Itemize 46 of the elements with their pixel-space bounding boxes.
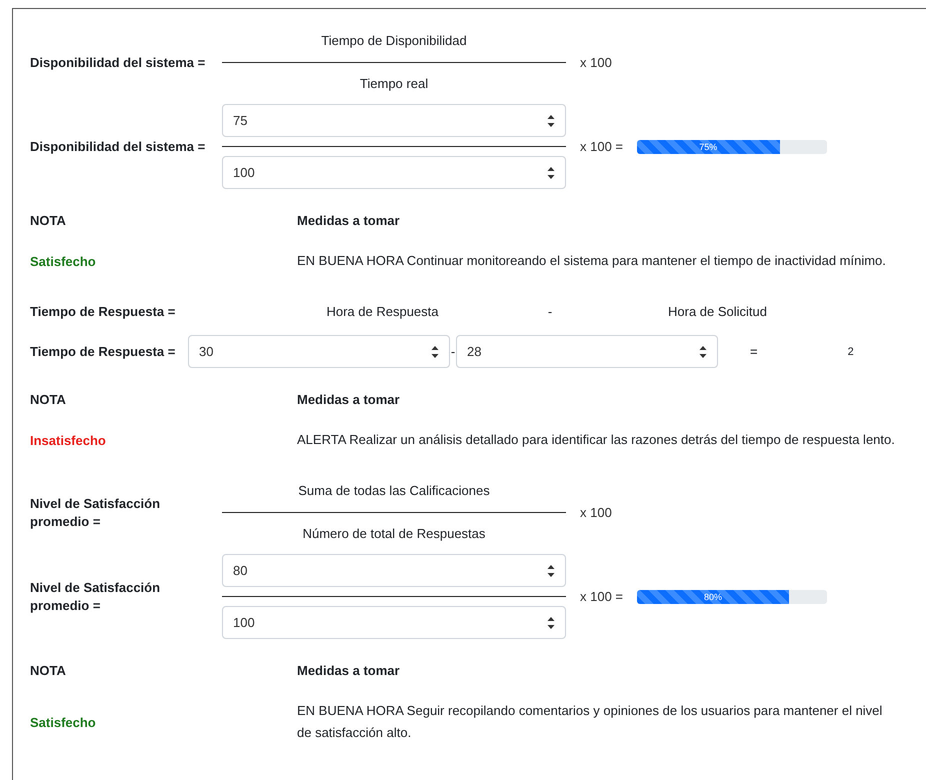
operator-text: - [546,304,554,319]
minuend-text: Hora de Respuesta [325,304,440,319]
number-field[interactable]: 75 [222,104,566,137]
note-heading: NOTA [30,663,67,678]
status-text: Insatisfecho [30,432,107,448]
formula-label: Disponibilidad del sistema = [30,54,206,72]
multiplier-text: x 100 = [580,139,624,154]
number-field[interactable]: 100 [222,606,566,639]
spinner-icon[interactable] [547,114,555,128]
subtrahend-text: Hora de Solicitud [667,304,768,319]
equals-text: = [750,344,758,359]
number-field[interactable]: 80 [222,554,566,587]
number-field[interactable]: 30 [188,335,450,368]
progress-fill: 75% [637,140,780,154]
formula-label: Nivel de Satisfacción promedio = [30,578,162,614]
spinner-icon[interactable] [547,564,555,578]
number-field[interactable]: 28 [456,335,718,368]
numerator-text: Tiempo de Disponibilidad [321,33,467,49]
multiplier-text: x 100 = [580,589,624,604]
multiplier-text: x 100 [580,505,612,520]
action-heading: Medidas a tomar [297,663,401,678]
note-heading: NOTA [30,392,67,407]
action-text: EN BUENA HORA Seguir recopilando comentarios y opiniones de los usuarios para mantener el nivel de satisfacción alto. [297,702,884,742]
note-heading: NOTA [30,213,67,228]
denominator-text: Tiempo real [360,76,428,92]
formula-label: Tiempo de Respuesta = [30,344,176,359]
result-text: 2 [848,346,854,358]
operator-text: - [450,344,456,359]
spinner-icon[interactable] [547,166,555,180]
action-text: ALERTA Realizar un análisis detallado para identificar las razones detrás del tiempo de respuesta lento. [297,431,896,449]
status-text: Satisfecho [30,254,97,268]
progress-fill: 80% [637,590,790,604]
formula-label: Tiempo de Respuesta = [30,304,176,319]
denominator-text: Número de total de Respuestas [302,526,486,542]
action-heading: Medidas a tomar [297,213,401,228]
numerator-text: Suma de todas las Calificaciones [298,483,490,499]
spinner-icon[interactable] [699,344,707,358]
action-heading: Medidas a tomar [297,392,401,407]
spinner-icon[interactable] [547,616,555,630]
multiplier-text: x 100 [580,55,612,70]
formula-label: Disponibilidad del sistema = [30,138,206,156]
spinner-icon[interactable] [431,344,439,358]
formula-label: Nivel de Satisfacción promedio = [30,494,162,530]
status-text: Satisfecho [30,714,97,730]
number-field[interactable]: 100 [222,156,566,189]
action-text: EN BUENA HORA Continuar monitoreando el sistema para mantener el tiempo de inactividad mínimo. [297,252,887,270]
